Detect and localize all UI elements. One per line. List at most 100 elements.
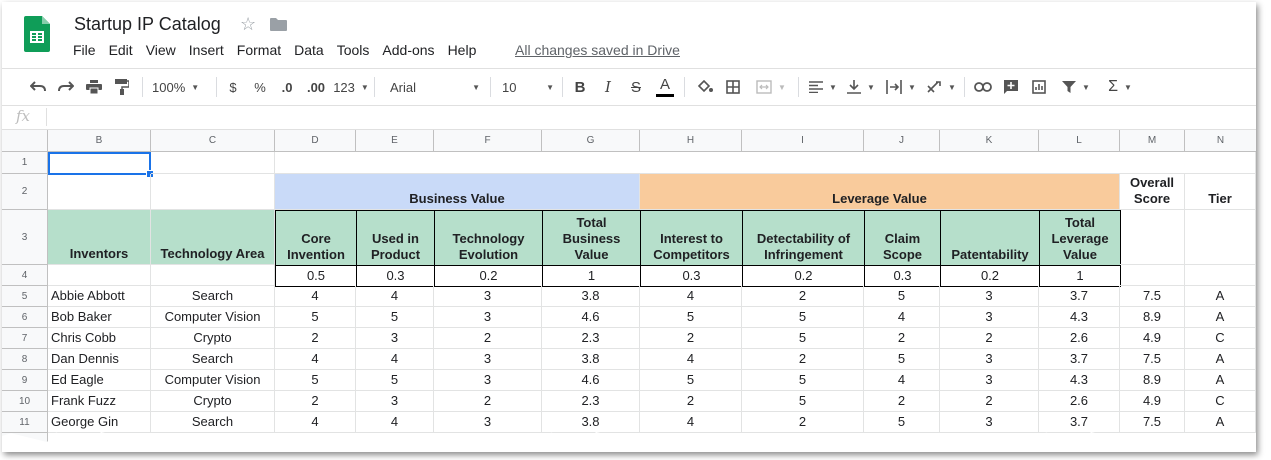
total-business-value-cell[interactable]: 4.6 [542,307,640,328]
weight-total-business[interactable]: 1 [542,265,641,287]
column-header-m[interactable]: M [1120,130,1185,152]
core-invention-cell[interactable]: 5 [275,307,356,328]
core-invention-header[interactable]: Core Invention [275,210,357,266]
technology-evolution-cell[interactable]: 3 [434,370,542,391]
interest-to-competitors-cell[interactable]: 2 [640,391,742,412]
strikethrough-button[interactable]: S [626,69,646,105]
menu-insert[interactable]: Insert [189,42,224,58]
insert-comment-icon[interactable] [1000,69,1022,105]
total-leverage-value-cell[interactable]: 2.6 [1039,328,1120,349]
claim-scope-cell[interactable]: 2 [864,328,940,349]
cell[interactable] [1120,210,1185,265]
overall-score-cell[interactable]: 4.9 [1120,328,1185,349]
claim-scope-cell[interactable]: 5 [864,349,940,370]
row-header-5[interactable]: 5 [2,286,48,307]
cell[interactable] [275,152,1256,174]
inventor-cell[interactable]: Abbie Abbott [48,286,151,307]
fill-color-icon[interactable] [694,69,716,105]
total-business-value-cell[interactable]: 4.6 [542,370,640,391]
menu-edit[interactable]: Edit [109,42,133,58]
column-header-j[interactable]: J [864,130,940,152]
core-invention-cell[interactable]: 2 [275,391,356,412]
column-header-e[interactable]: E [356,130,434,152]
tier-cell[interactable]: C [1185,328,1256,349]
used-in-product-cell[interactable]: 3 [356,328,434,349]
merge-cells-icon[interactable]: ▼ [752,69,790,105]
row-header-6[interactable]: 6 [2,307,48,328]
filter-icon[interactable]: ▼ [1058,69,1094,105]
total-leverage-value-cell[interactable]: 3.7 [1039,349,1120,370]
tier-cell[interactable]: A [1185,286,1256,307]
text-rotation-icon[interactable]: ▼ [924,69,958,105]
weight-core-invention[interactable]: 0.5 [275,265,357,287]
horizontal-align-icon[interactable]: ▼ [806,69,840,105]
cell[interactable] [1185,265,1256,286]
claim-scope-cell[interactable]: 2 [864,391,940,412]
save-status-link[interactable]: All changes saved in Drive [515,42,680,58]
insert-link-icon[interactable] [972,69,994,105]
detectability-cell[interactable]: 5 [742,370,864,391]
overall-score-cell[interactable]: 8.9 [1120,370,1185,391]
menu-view[interactable]: View [146,42,176,58]
inventor-cell[interactable]: Frank Fuzz [48,391,151,412]
print-icon[interactable] [82,69,106,105]
interest-to-competitors-cell[interactable]: 2 [640,328,742,349]
zoom-select[interactable]: 100% ▼ [152,69,210,105]
inventors-header[interactable]: Inventors [48,210,151,265]
undo-icon[interactable] [26,69,50,105]
claim-scope-cell[interactable]: 4 [864,370,940,391]
formula-bar[interactable]: fx [2,105,1256,130]
menu-data[interactable]: Data [294,42,324,58]
more-formats-button[interactable]: 123 ▼ [333,69,369,105]
total-leverage-value-header[interactable]: Total Leverage Value [1039,210,1121,266]
row-header-3[interactable]: 3 [2,210,48,265]
weight-used-in-product[interactable]: 0.3 [356,265,435,287]
detectability-cell[interactable]: 5 [742,328,864,349]
weight-total-leverage[interactable]: 1 [1039,265,1121,287]
total-leverage-value-cell[interactable]: 2.6 [1039,391,1120,412]
text-color-button[interactable]: A [654,69,676,105]
percent-button[interactable]: % [250,69,270,105]
cell[interactable] [48,265,151,286]
star-icon[interactable]: ☆ [240,14,256,35]
patentability-cell[interactable]: 3 [940,286,1039,307]
font-size-select[interactable]: 10 ▼ [502,69,554,105]
weight-detectability[interactable]: 0.2 [742,265,865,287]
decrease-decimal-button[interactable]: .0 [276,69,298,105]
tier-cell[interactable]: A [1185,370,1256,391]
weight-claim-scope[interactable]: 0.3 [864,265,941,287]
inventor-cell[interactable]: Ed Eagle [48,370,151,391]
detectability-cell[interactable]: 5 [742,307,864,328]
patentability-header[interactable]: Patentability [940,210,1040,266]
tier-cell[interactable]: C [1185,391,1256,412]
core-invention-cell[interactable]: 2 [275,328,356,349]
interest-to-competitors-cell[interactable]: 5 [640,307,742,328]
leverage-value-group-header[interactable]: Leverage Value [640,174,1120,210]
technology-area-header[interactable]: Technology Area [151,210,275,265]
folder-icon[interactable] [270,18,287,31]
column-header-g[interactable]: G [542,130,640,152]
patentability-cell[interactable]: 3 [940,370,1039,391]
core-invention-cell[interactable]: 4 [275,349,356,370]
claim-scope-cell[interactable]: 4 [864,307,940,328]
technology-area-cell[interactable]: Computer Vision [151,370,275,391]
column-header-h[interactable]: H [640,130,742,152]
technology-area-cell[interactable]: Search [151,286,275,307]
technology-evolution-cell[interactable]: 3 [434,349,542,370]
overall-score-cell[interactable]: 4.9 [1120,391,1185,412]
currency-button[interactable]: $ [224,69,242,105]
inventor-cell[interactable]: Bob Baker [48,307,151,328]
menu-file[interactable]: File [73,42,96,58]
column-header-d[interactable]: D [275,130,356,152]
used-in-product-cell[interactable]: 4 [356,286,434,307]
patentability-cell[interactable]: 3 [940,307,1039,328]
business-value-group-header[interactable]: Business Value [275,174,640,210]
weight-technology-evolution[interactable]: 0.2 [434,265,543,287]
interest-to-competitors-cell[interactable]: 4 [640,286,742,307]
italic-button[interactable]: I [598,69,618,105]
patentability-cell[interactable]: 3 [940,349,1039,370]
cell[interactable] [1120,265,1185,286]
technology-evolution-cell[interactable]: 2 [434,391,542,412]
cell[interactable] [151,152,275,174]
core-invention-cell[interactable]: 4 [275,286,356,307]
